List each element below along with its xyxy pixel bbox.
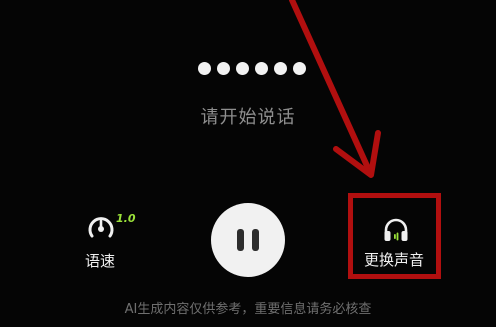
change-voice-button[interactable]: 更换声音 — [348, 193, 448, 283]
speed-label: 语速 — [85, 252, 116, 270]
indicator-dot — [236, 62, 249, 75]
indicator-dot — [293, 62, 306, 75]
voice-chat-screen: 请开始说话 1.0 语速 更换声音 AI生成内容仅供参考，重要信息请务必核查 — [0, 0, 496, 327]
indicator-dot — [255, 62, 268, 75]
indicator-dot — [217, 62, 230, 75]
change-voice-label: 更换声音 — [364, 251, 425, 269]
speed-control[interactable]: 1.0 语速 — [72, 212, 144, 272]
pause-button[interactable] — [211, 203, 285, 277]
pause-icon — [252, 229, 259, 251]
headphones-icon — [384, 218, 408, 241]
speed-value: 1.0 — [116, 212, 136, 225]
speedometer-icon — [88, 217, 114, 238]
listening-indicator — [198, 62, 306, 75]
speak-prompt: 请开始说话 — [200, 107, 296, 128]
indicator-dot — [198, 62, 211, 75]
ai-disclaimer: AI生成内容仅供参考，重要信息请务必核查 — [124, 302, 372, 317]
pause-icon — [237, 229, 244, 251]
indicator-dot — [274, 62, 287, 75]
